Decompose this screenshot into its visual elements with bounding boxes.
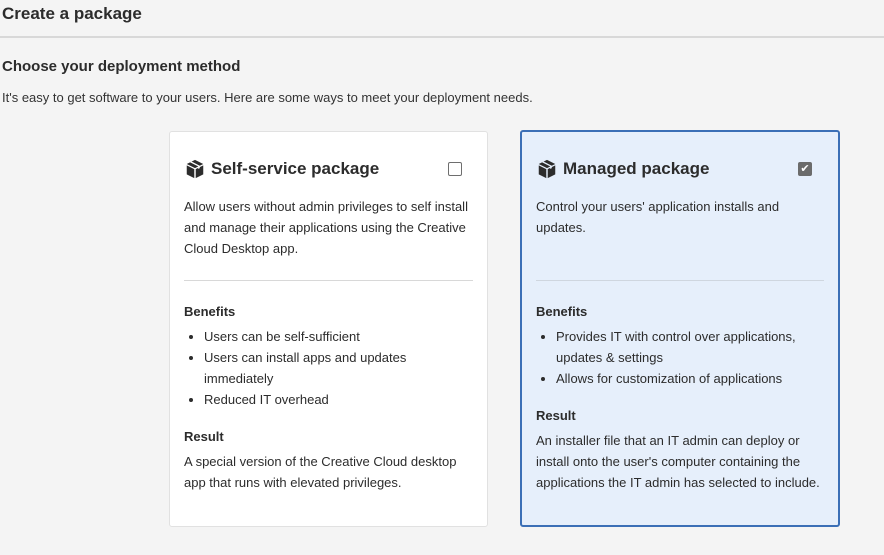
self-service-benefits-label: Benefits — [184, 304, 236, 319]
self-service-result: A special version of the Creative Cloud … — [184, 454, 457, 490]
benefit-item: Reduced IT overhead — [204, 389, 474, 410]
self-service-title: Self-service package — [211, 159, 380, 178]
card-divider — [536, 280, 824, 281]
self-service-description: Allow users without admin privileges to … — [184, 199, 468, 256]
managed-benefits-list: Provides IT with control over applicatio… — [536, 326, 826, 389]
self-service-benefits-list: Users can be self-sufficient Users can i… — [184, 326, 474, 410]
benefit-item: Users can install apps and updates immed… — [204, 347, 474, 389]
benefit-item: Users can be self-sufficient — [204, 326, 474, 347]
managed-result-label: Result — [536, 408, 576, 423]
package-icon — [186, 159, 204, 179]
managed-checkbox[interactable]: ✔ — [798, 162, 812, 176]
managed-package-card[interactable]: Managed package ✔ Control your users' ap… — [520, 130, 840, 527]
card-divider — [184, 280, 473, 281]
header-divider — [0, 36, 884, 38]
managed-title: Managed package — [563, 159, 710, 178]
managed-result: An installer file that an IT admin can d… — [536, 433, 820, 490]
section-description: It's easy to get software to your users.… — [2, 90, 533, 105]
self-service-result-label: Result — [184, 429, 224, 444]
package-icon — [538, 159, 556, 179]
page-title: Create a package — [2, 4, 142, 23]
self-service-package-card[interactable]: Self-service package Allow users without… — [169, 131, 488, 527]
benefit-item: Provides IT with control over applicatio… — [556, 326, 826, 368]
benefit-item: Allows for customization of applications — [556, 368, 826, 389]
self-service-checkbox[interactable] — [448, 162, 462, 176]
create-package-page: Create a package Choose your deployment … — [0, 0, 884, 555]
section-heading: Choose your deployment method — [2, 58, 241, 75]
managed-benefits-label: Benefits — [536, 304, 588, 319]
managed-description: Control your users' application installs… — [536, 199, 780, 235]
